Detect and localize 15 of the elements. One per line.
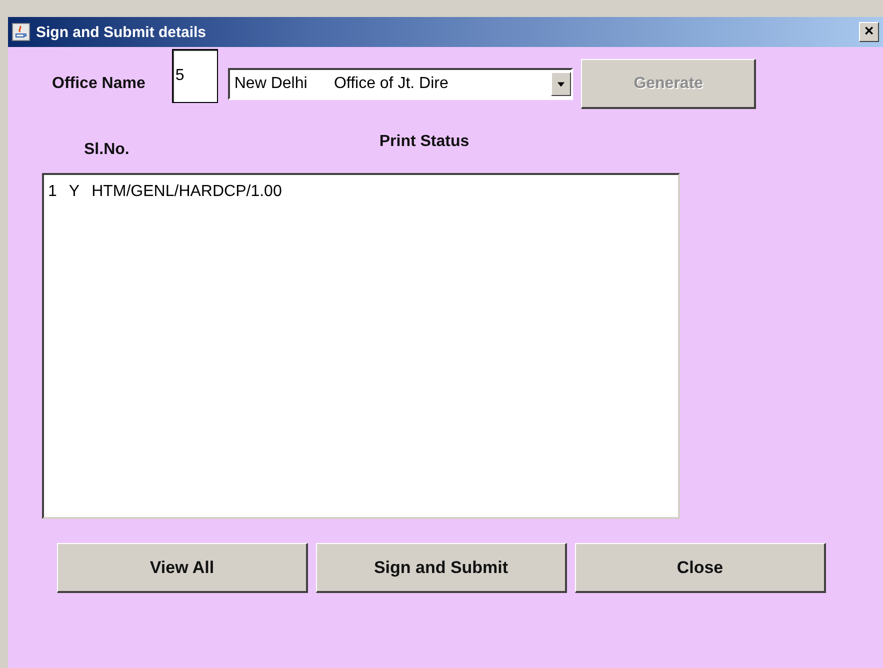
print-status: Y (68, 183, 80, 201)
column-header: Sl.No. (84, 141, 130, 159)
document-code: HTM/GENL/HARDCP/1.00 (92, 183, 282, 201)
office-code-field[interactable]: 5 (172, 49, 218, 103)
action-button[interactable]: Close (575, 543, 826, 593)
close-button[interactable]: × (859, 22, 879, 42)
office-name-label: Office Name (52, 75, 146, 93)
serial-number: 1 (48, 183, 57, 201)
action-button[interactable]: Sign and Submit (316, 543, 567, 593)
caret-icon[interactable] (551, 72, 572, 96)
window-title: Sign and Submit details (36, 24, 208, 40)
java-cup-icon (12, 23, 30, 41)
action-button[interactable]: View All (57, 543, 308, 593)
column-header: Print Status (379, 133, 470, 152)
office-dropdown[interactable]: New Delhi Office of Jt. Dire (228, 68, 574, 100)
